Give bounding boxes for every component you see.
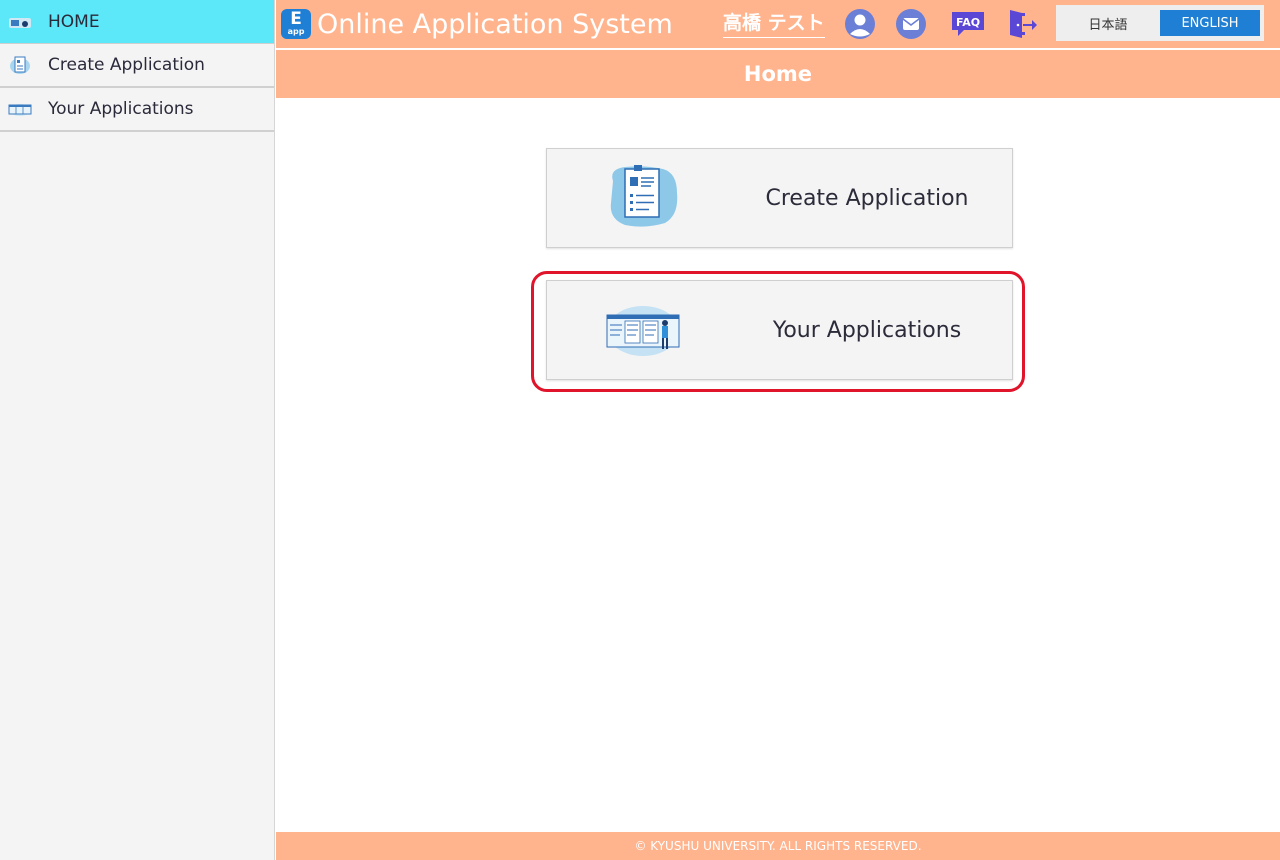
logo-subtext: app xyxy=(287,27,305,36)
card-label: Your Applications xyxy=(772,317,962,343)
card-label: Create Application xyxy=(765,185,969,211)
sidebar-item-label: Create Application xyxy=(48,55,205,75)
copyright-text: © KYUSHU UNIVERSITY. ALL RIGHTS RESERVED… xyxy=(634,839,922,853)
faq-icon[interactable]: FAQ xyxy=(950,8,986,40)
footer: © KYUSHU UNIVERSITY. ALL RIGHTS RESERVED… xyxy=(276,832,1280,860)
your-applications-button[interactable]: Your Applications xyxy=(546,280,1013,380)
language-english-button[interactable]: ENGLISH xyxy=(1160,10,1260,36)
sidebar-item-home[interactable]: HOME xyxy=(0,0,274,44)
sidebar-item-label: HOME xyxy=(48,11,100,32)
app-logo[interactable]: E app xyxy=(281,9,311,39)
sidebar-item-label: Your Applications xyxy=(48,99,194,119)
sidebar-item-create-application[interactable]: Create Application xyxy=(0,44,274,88)
page-title-bar: Home xyxy=(276,50,1280,98)
logout-icon[interactable] xyxy=(1006,8,1038,40)
language-japanese-button[interactable]: 日本語 xyxy=(1060,10,1156,36)
create-application-button[interactable]: Create Application xyxy=(546,148,1013,248)
create-application-illustration-icon xyxy=(605,163,681,229)
logo-letter: E xyxy=(290,9,302,29)
list-window-icon xyxy=(8,99,32,119)
page-title: Home xyxy=(743,62,813,86)
user-profile-icon[interactable] xyxy=(844,8,876,40)
your-applications-illustration-icon xyxy=(605,295,681,361)
top-header: E app Online Application System 高橋 テスト F… xyxy=(276,0,1280,48)
sidebar: HOME Create Application Your Application… xyxy=(0,0,275,860)
home-icon xyxy=(8,12,32,32)
sidebar-item-your-applications[interactable]: Your Applications xyxy=(0,88,274,132)
faq-label: FAQ xyxy=(956,16,980,29)
language-switcher: 日本語 ENGLISH xyxy=(1056,5,1264,41)
document-icon xyxy=(8,55,32,75)
mail-icon[interactable] xyxy=(895,8,927,40)
app-title: Online Application System xyxy=(317,8,673,40)
user-name-link[interactable]: 高橋 テスト xyxy=(723,8,825,38)
